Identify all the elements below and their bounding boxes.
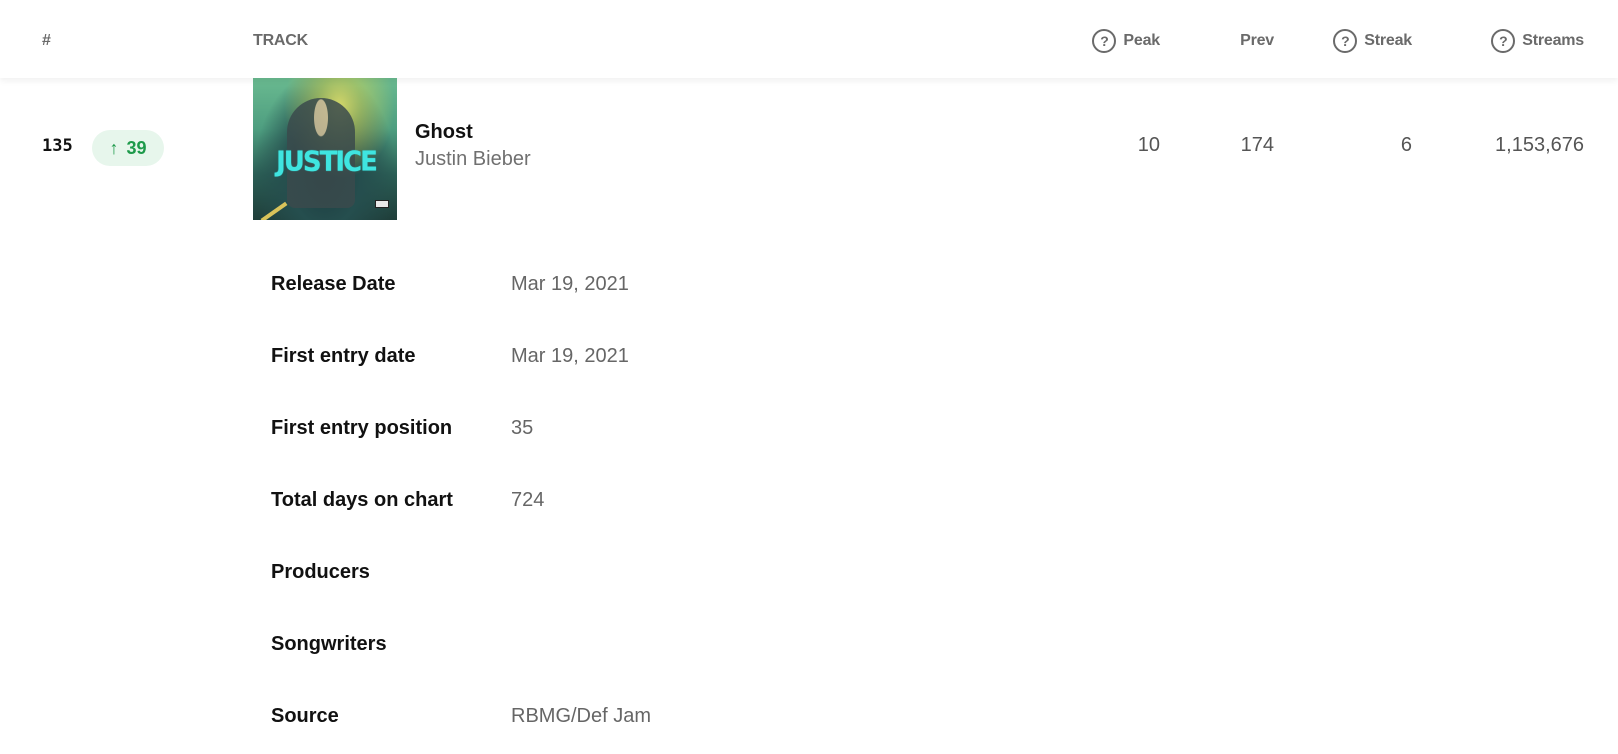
detail-row-producers: Producers	[271, 561, 1071, 633]
column-header-peak-label: Peak	[1123, 32, 1160, 49]
column-header-prev: Prev	[1240, 30, 1274, 52]
detail-value: RBMG/Def Jam	[511, 705, 652, 727]
detail-value: 35	[511, 417, 534, 439]
streams-value: 1,153,676	[1495, 134, 1584, 156]
track-details: Release Date Mar 19, 2021 First entry da…	[271, 273, 1071, 754]
track-title[interactable]: Ghost	[415, 121, 473, 144]
column-header-rank-label: #	[42, 32, 51, 49]
column-header-streak: ? Streak	[1333, 29, 1412, 53]
detail-value: Mar 19, 2021	[511, 345, 629, 367]
column-header-streams-label: Streams	[1522, 32, 1584, 49]
streak-value: 6	[1400, 134, 1412, 156]
detail-row-total-days: Total days on chart 724	[271, 489, 1071, 561]
detail-row-release-date: Release Date Mar 19, 2021	[271, 273, 1071, 345]
detail-label: Producers	[271, 561, 370, 583]
column-header-track-label: TRACK	[253, 32, 308, 49]
detail-row-songwriters: Songwriters	[271, 633, 1071, 705]
detail-row-first-entry-date: First entry date Mar 19, 2021	[271, 345, 1071, 417]
column-header-rank: #	[42, 30, 51, 52]
parental-advisory-icon	[375, 200, 389, 208]
album-art-road	[260, 201, 288, 220]
table-row[interactable]: 135 ↑ 39 JUSTICE Ghost Justin Bieber 10 …	[0, 68, 1618, 221]
help-icon[interactable]: ?	[1333, 29, 1358, 53]
help-icon[interactable]: ?	[1092, 29, 1117, 53]
column-header-streak-label: Streak	[1364, 32, 1412, 49]
column-header-streams: ? Streams	[1491, 29, 1584, 53]
detail-label: First entry position	[271, 417, 453, 439]
column-header-peak: ? Peak	[1092, 29, 1160, 53]
detail-row-first-entry-position: First entry position 35	[271, 417, 1071, 489]
rank-change-badge: ↑ 39	[92, 130, 164, 166]
prev-value: 174	[1240, 134, 1274, 156]
table-header: # TRACK ? Peak Prev ? Streak ? Streams	[0, 0, 1618, 78]
detail-value: Mar 19, 2021	[511, 273, 629, 295]
column-header-track: TRACK	[253, 30, 308, 52]
peak-value: 10	[1137, 134, 1160, 156]
detail-row-source: Source RBMG/Def Jam	[271, 705, 1071, 754]
album-art-logo: JUSTICE	[276, 146, 378, 178]
arrow-up-icon: ↑	[109, 137, 119, 158]
detail-label: Total days on chart	[271, 489, 453, 511]
track-artist[interactable]: Justin Bieber	[415, 148, 531, 171]
detail-label: Source	[271, 705, 339, 727]
rank-value: 135	[42, 136, 73, 156]
detail-label: Songwriters	[271, 633, 387, 655]
detail-value: 724	[511, 489, 545, 511]
detail-label: First entry date	[271, 345, 416, 367]
rank-change-value: 39	[126, 137, 147, 158]
album-cover-image[interactable]: JUSTICE	[253, 68, 397, 220]
help-icon[interactable]: ?	[1491, 29, 1516, 53]
column-header-prev-label: Prev	[1240, 32, 1274, 49]
chart-track-page: # TRACK ? Peak Prev ? Streak ? Streams 1…	[0, 0, 1618, 754]
detail-label: Release Date	[271, 273, 396, 295]
